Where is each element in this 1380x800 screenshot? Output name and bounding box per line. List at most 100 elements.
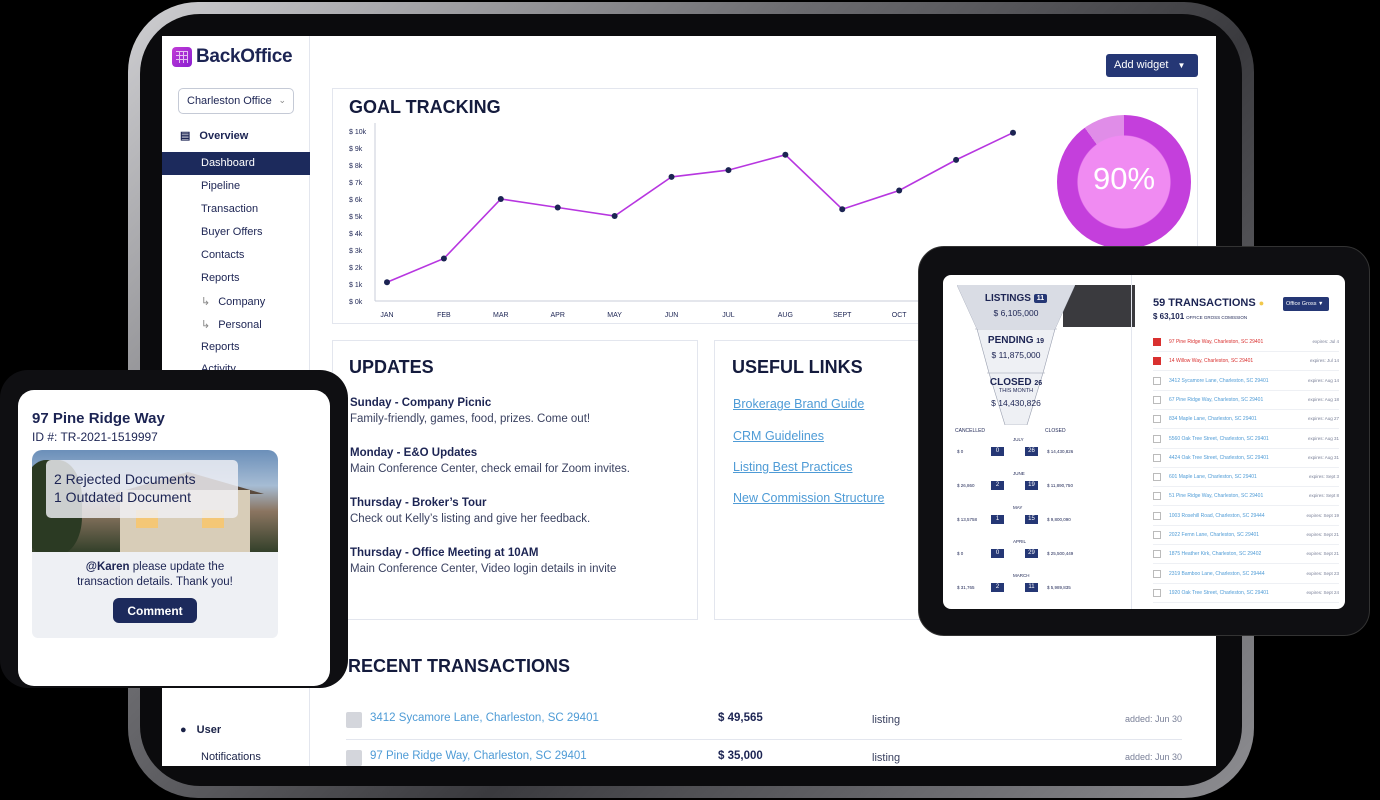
- row-checkbox[interactable]: [1153, 434, 1161, 443]
- row-checkbox[interactable]: [1153, 550, 1161, 559]
- caret-down-icon: ▼: [1177, 61, 1186, 70]
- row-checkbox[interactable]: [1153, 511, 1161, 520]
- app-logo[interactable]: BackOffice: [172, 46, 293, 68]
- tx-address[interactable]: 4424 Oak Tree Street, Charleston, SC 294…: [1169, 455, 1269, 461]
- tx-expiry: expires: Sept 21: [1306, 532, 1339, 537]
- tx-panel-amount: $ 63,101 OFFICE GROSS COMISSION: [1153, 312, 1247, 321]
- table-row[interactable]: 3412 Sycamore Lane, Charleston, SC 29401…: [346, 704, 1182, 740]
- sidebar-item-pipeline[interactable]: Pipeline: [201, 180, 240, 192]
- sidebar-item-buyer-offers[interactable]: Buyer Offers: [201, 226, 263, 238]
- row-checkbox[interactable]: [1153, 453, 1161, 462]
- tx-address[interactable]: 5560 Oak Tree Street, Charleston, SC 294…: [1169, 436, 1269, 442]
- row-added: added: Jun 30: [1124, 714, 1182, 724]
- row-checkbox[interactable]: [1153, 492, 1161, 501]
- tx-title-text: 59 TRANSACTIONS: [1153, 297, 1256, 309]
- add-widget-button[interactable]: Add widget ▼: [1106, 54, 1198, 77]
- tx-row[interactable]: 1875 Heather Kirk, Charleston, SC 29402 e…: [1153, 545, 1339, 565]
- sidebar-item-contacts[interactable]: Contacts: [201, 249, 244, 261]
- alert-icon[interactable]: [1153, 338, 1161, 346]
- nav-overview[interactable]: ▤ Overview: [180, 129, 248, 143]
- sidebar-item-notifications[interactable]: Notifications: [201, 751, 261, 763]
- row-checkbox[interactable]: [1153, 415, 1161, 424]
- funnel-count: 11: [1033, 293, 1048, 303]
- user-icon: ●: [180, 724, 187, 736]
- house-icon: [346, 750, 362, 766]
- tx-address[interactable]: 2022 Fernn Lane, Charleston, SC 29401: [1169, 532, 1259, 538]
- y-tick-label: $ 6k: [349, 197, 363, 204]
- row-checkbox[interactable]: [1153, 376, 1161, 385]
- office-gross-dropdown[interactable]: Office Gross ▼: [1283, 297, 1329, 311]
- sidebar-item-reports-2[interactable]: Reports: [201, 341, 240, 353]
- house-icon: [346, 712, 362, 728]
- pipeline-panel-body: LISTINGS 11 $ 6,105,000 PENDING 19 $ 11,…: [943, 275, 1345, 609]
- tx-address[interactable]: 14 Willow Way, Charleston, SC 29401: [1169, 358, 1253, 364]
- tx-row[interactable]: 834 Maple Lane, Charleston, SC 29401 expi…: [1153, 410, 1339, 430]
- tx-row[interactable]: 97 Pine Ridge Way, Charleston, SC 29401 e…: [1153, 333, 1339, 352]
- tx-row[interactable]: 5560 Oak Tree Street, Charleston, SC 294…: [1153, 430, 1339, 449]
- tx-address[interactable]: 601 Maple Lane, Charleston, SC 29401: [1169, 474, 1257, 480]
- office-select[interactable]: Charleston Office ⌄: [178, 88, 294, 114]
- tx-row[interactable]: 67 Pine Ridge Way, Charleston, SC 29401 e…: [1153, 391, 1339, 410]
- sidebar-subitem-company[interactable]: ↳ Company: [201, 295, 265, 308]
- tx-address[interactable]: 1920 Oak Tree Street, Charleston, SC 294…: [1169, 590, 1269, 596]
- tx-expiry: expires: Jul 4: [1312, 339, 1339, 344]
- row-checkbox[interactable]: [1153, 588, 1161, 597]
- table-row[interactable]: 97 Pine Ridge Way, Charleston, SC 29401 …: [346, 742, 1182, 766]
- row-checkbox[interactable]: [1153, 473, 1161, 482]
- row-checkbox[interactable]: [1153, 395, 1161, 404]
- link-brand-guide[interactable]: Brokerage Brand Guide: [733, 397, 864, 411]
- tx-address[interactable]: 2319 Bamboo Lane, Charleston, SC 29444: [1169, 571, 1265, 577]
- sidebar-item-reports[interactable]: Reports: [201, 272, 240, 284]
- x-tick-label: JUN: [665, 312, 679, 319]
- comment-button[interactable]: Comment: [113, 598, 197, 623]
- cancelled-header: CANCELLED: [955, 428, 986, 434]
- row-checkbox[interactable]: [1153, 569, 1161, 578]
- funnel-pending[interactable]: PENDING 19 $ 11,875,000: [957, 335, 1075, 360]
- sub-arrow-icon: ↳: [201, 296, 211, 308]
- tx-address[interactable]: 1003 Rosehill Road, Charleston, SC 29444: [1169, 513, 1265, 519]
- tx-row[interactable]: 2319 Bamboo Lane, Charleston, SC 29444 ex…: [1153, 565, 1339, 584]
- row-address[interactable]: 3412 Sycamore Lane, Charleston, SC 29401: [370, 712, 599, 724]
- y-tick-label: $ 2k: [349, 265, 363, 272]
- sub-arrow-icon: ↳: [201, 319, 211, 331]
- sidebar-item-transaction[interactable]: Transaction: [201, 203, 258, 215]
- tx-row[interactable]: 601 Maple Lane, Charleston, SC 29401 expi…: [1153, 468, 1339, 488]
- x-tick-label: APR: [551, 312, 565, 319]
- closed-count: 19: [1025, 481, 1038, 490]
- sidebar-item-user[interactable]: ● User: [180, 724, 221, 736]
- funnel-listings[interactable]: LISTINGS 11 $ 6,105,000: [957, 293, 1075, 318]
- link-commission-structure[interactable]: New Commission Structure: [733, 491, 884, 505]
- x-tick-label: MAY: [607, 312, 622, 319]
- x-tick-label: JAN: [380, 312, 393, 319]
- tx-row[interactable]: 3412 Sycamore Lane, Charleston, SC 29401…: [1153, 372, 1339, 391]
- tx-address[interactable]: 3412 Sycamore Lane, Charleston, SC 29401: [1169, 378, 1269, 384]
- property-photo: 2 Rejected Documents 1 Outdated Document: [32, 450, 278, 552]
- tx-row[interactable]: 1920 Oak Tree Street, Charleston, SC 294…: [1153, 584, 1339, 603]
- month-label: MARCH: [1013, 573, 1030, 578]
- tx-address[interactable]: 1875 Heather Kirk, Charleston, SC 29402: [1169, 551, 1261, 557]
- sidebar-item-dashboard[interactable]: Dashboard: [162, 152, 310, 175]
- y-tick-label: $ 5k: [349, 214, 363, 221]
- tx-row[interactable]: 14 Willow Way, Charleston, SC 29401 expir…: [1153, 352, 1339, 372]
- goal-point: [497, 196, 504, 202]
- row-checkbox[interactable]: [1153, 531, 1161, 539]
- link-crm-guidelines[interactable]: CRM Guidelines: [733, 429, 824, 443]
- closed-value: $ 25,500,449: [1047, 551, 1074, 556]
- tx-row[interactable]: 2022 Fernn Lane, Charleston, SC 29401 exp…: [1153, 526, 1339, 545]
- y-tick-label: $ 1k: [349, 282, 363, 289]
- tx-address[interactable]: 67 Pine Ridge Way, Charleston, SC 29401: [1169, 397, 1263, 403]
- alert-icon[interactable]: [1153, 357, 1161, 366]
- sidebar-subitem-personal[interactable]: ↳ Personal: [201, 318, 262, 331]
- funnel-label: LISTINGS: [984, 293, 1031, 304]
- tx-address[interactable]: 51 Pine Ridge Way, Charleston, SC 29401: [1169, 493, 1263, 499]
- tx-row[interactable]: 4424 Oak Tree Street, Charleston, SC 294…: [1153, 449, 1339, 468]
- tx-row[interactable]: 1003 Rosehill Road, Charleston, SC 29444…: [1153, 507, 1339, 526]
- tx-address[interactable]: 97 Pine Ridge Way, Charleston, SC 29401: [1169, 339, 1263, 345]
- closed-count: 29: [1025, 549, 1038, 558]
- tx-address[interactable]: 834 Maple Lane, Charleston, SC 29401: [1169, 416, 1257, 422]
- x-tick-label: FEB: [437, 312, 451, 319]
- link-listing-best-practices[interactable]: Listing Best Practices: [733, 460, 853, 474]
- funnel-closed[interactable]: CLOSED 26 THIS MONTH $ 14,430,826: [957, 377, 1075, 408]
- row-address[interactable]: 97 Pine Ridge Way, Charleston, SC 29401: [370, 750, 587, 762]
- tx-row[interactable]: 51 Pine Ridge Way, Charleston, SC 29401 e…: [1153, 487, 1339, 507]
